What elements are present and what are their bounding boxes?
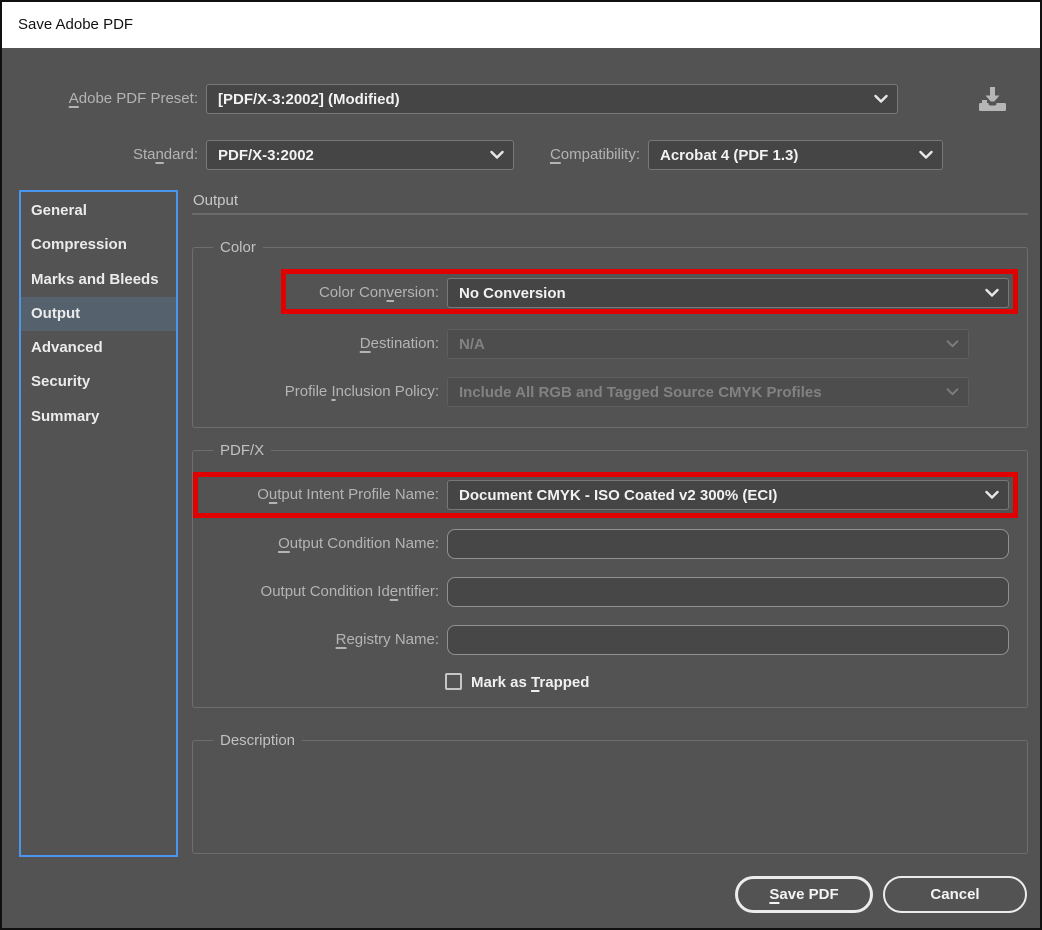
- registry-name-input[interactable]: [447, 625, 1009, 655]
- download-icon: [975, 86, 1009, 113]
- dialog-title: Save Adobe PDF: [18, 2, 133, 48]
- save-pdf-button[interactable]: Save PDF: [735, 876, 873, 913]
- sidebar-item-general[interactable]: General: [21, 194, 176, 228]
- label-mnemonic: O: [278, 535, 290, 552]
- label-mnemonic: v: [386, 284, 394, 301]
- label-part: tput Intent Profile Name:: [277, 486, 439, 503]
- title-bar: Save Adobe PDF: [2, 2, 1040, 48]
- color-conversion-select[interactable]: No Conversion: [447, 278, 1009, 308]
- save-adobe-pdf-dialog: Save Adobe PDF Adobe PDF Preset: [PDF/X-…: [0, 0, 1042, 930]
- cancel-button[interactable]: Cancel: [883, 876, 1027, 913]
- profile-inclusion-policy-select: Include All RGB and Tagged Source CMYK P…: [447, 377, 969, 407]
- label-mnemonic: u: [269, 486, 277, 503]
- label-mnemonic: n: [155, 146, 163, 163]
- label-part: ompatibility:: [561, 146, 640, 163]
- label-mnemonic: e: [390, 583, 398, 600]
- sidebar-item-advanced[interactable]: Advanced: [21, 331, 176, 365]
- chevron-down-icon: [946, 340, 959, 348]
- settings-section-list: General Compression Marks and Bleeds Out…: [19, 190, 178, 857]
- description-group-legend: Description: [213, 731, 302, 751]
- chevron-down-icon: [985, 491, 999, 500]
- compatibility-value: Acrobat 4 (PDF 1.3): [660, 147, 798, 164]
- chevron-down-icon: [985, 289, 999, 298]
- standard-value: PDF/X-3:2002: [218, 147, 314, 164]
- pdfx-group-legend: PDF/X: [213, 441, 271, 461]
- page-title: Output: [193, 192, 238, 209]
- label-part: Cancel: [930, 886, 979, 903]
- description-content: [205, 755, 1015, 845]
- destination-value: N/A: [459, 336, 485, 353]
- destination-label: Destination:: [242, 329, 439, 359]
- profile-inclusion-policy-value: Include All RGB and Tagged Source CMYK P…: [459, 384, 822, 401]
- sidebar-item-marks-and-bleeds[interactable]: Marks and Bleeds: [21, 263, 176, 297]
- label-part: rapped: [539, 674, 589, 691]
- label-part: egistry Name:: [346, 631, 439, 648]
- save-preset-button[interactable]: [972, 84, 1012, 114]
- label-part: ntifier:: [398, 583, 439, 600]
- label-part: Sta: [133, 146, 156, 163]
- output-condition-identifier-label: Output Condition Identifier:: [212, 577, 439, 607]
- adobe-pdf-preset-select[interactable]: [PDF/X-3:2002] (Modified): [206, 84, 898, 114]
- label-mnemonic: C: [550, 146, 561, 163]
- label-mnemonic: A: [69, 90, 79, 107]
- label-part: utput Condition Name:: [290, 535, 439, 552]
- output-intent-profile-name-label: Output Intent Profile Name:: [212, 480, 439, 510]
- label-part: dobe PDF Preset:: [79, 90, 198, 107]
- heading-divider: [192, 213, 1028, 215]
- color-conversion-value: No Conversion: [459, 285, 566, 302]
- adobe-pdf-preset-value: [PDF/X-3:2002] (Modified): [218, 91, 400, 108]
- output-intent-profile-name-value: Document CMYK - ISO Coated v2 300% (ECI): [459, 487, 777, 504]
- adobe-pdf-preset-label: Adobe PDF Preset:: [32, 84, 198, 114]
- output-intent-profile-name-select[interactable]: Document CMYK - ISO Coated v2 300% (ECI): [447, 480, 1009, 510]
- compatibility-label: Compatibility:: [502, 140, 640, 170]
- sidebar-item-security[interactable]: Security: [21, 365, 176, 399]
- label-part: nclusion Policy:: [336, 383, 439, 400]
- label-part: dard:: [164, 146, 198, 163]
- label-mnemonic: D: [360, 335, 371, 352]
- destination-select: N/A: [447, 329, 969, 359]
- sidebar-item-compression[interactable]: Compression: [21, 228, 176, 262]
- label-part: O: [257, 486, 269, 503]
- label-part: estination:: [371, 335, 439, 352]
- output-condition-identifier-input[interactable]: [447, 577, 1009, 607]
- sidebar-item-output[interactable]: Output: [21, 297, 176, 331]
- label-part: Color Con: [319, 284, 387, 301]
- profile-inclusion-policy-label: Profile Inclusion Policy:: [242, 377, 439, 407]
- sidebar-item-summary[interactable]: Summary: [21, 400, 176, 434]
- chevron-down-icon: [874, 95, 888, 104]
- chevron-down-icon: [946, 388, 959, 396]
- label-mnemonic: R: [336, 631, 347, 648]
- label-part: ersion:: [394, 284, 439, 301]
- standard-select[interactable]: PDF/X-3:2002: [206, 140, 514, 170]
- compatibility-select[interactable]: Acrobat 4 (PDF 1.3): [648, 140, 943, 170]
- standard-label: Standard:: [62, 140, 198, 170]
- mark-as-trapped-label[interactable]: Mark as Trapped: [471, 672, 589, 693]
- description-group: Description: [192, 740, 1028, 854]
- label-mnemonic: S: [769, 886, 779, 903]
- label-part: Output Condition Id: [261, 583, 390, 600]
- output-condition-name-label: Output Condition Name:: [212, 529, 439, 559]
- output-condition-name-input[interactable]: [447, 529, 1009, 559]
- chevron-down-icon: [919, 151, 933, 160]
- label-part: ave PDF: [779, 886, 838, 903]
- label-part: Profile: [285, 383, 332, 400]
- mark-as-trapped-checkbox[interactable]: [445, 673, 462, 690]
- label-part: Mark as: [471, 674, 531, 691]
- registry-name-label: Registry Name:: [212, 625, 439, 655]
- color-conversion-label: Color Conversion:: [242, 278, 439, 308]
- color-group-legend: Color: [213, 238, 263, 258]
